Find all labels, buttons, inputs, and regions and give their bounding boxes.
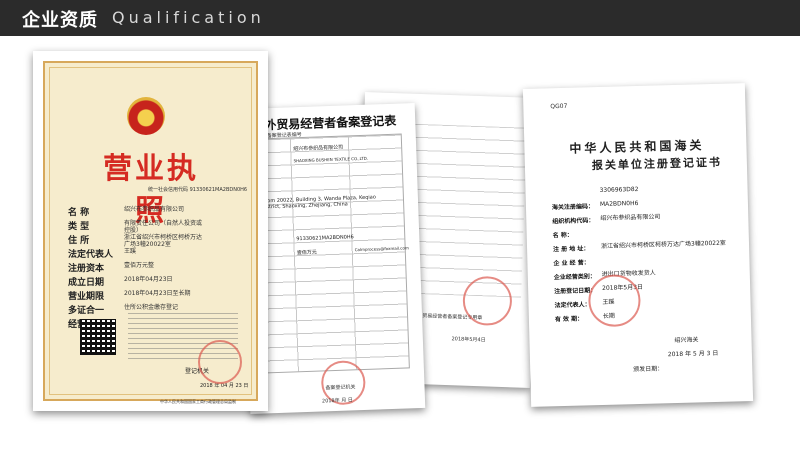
license-field: 注册资本 壹佰万元整: [68, 261, 258, 274]
license-field-value: 2018年04月23日至长期: [124, 290, 191, 297]
customs-field: 海关注册编码： MA2BDN0H6: [552, 197, 742, 211]
customs-field: 注册登记日期： 2018年5月3日: [554, 281, 744, 295]
customs-field: 企 业 经 营：: [553, 253, 746, 267]
customs-date: 2018 年 5 月 3 日: [667, 349, 719, 359]
registration-table: [254, 133, 410, 374]
license-field-value: 王蹊: [124, 248, 137, 255]
license-field-label: 注册资本: [68, 264, 105, 274]
customs-field-label: 企业经营类别：: [553, 273, 596, 282]
foreign-trade-title: 对外贸易经营者备案登记表: [252, 113, 397, 133]
customs-title: 中华人民共和国海关: [569, 138, 705, 156]
customs-office: 绍兴海关: [674, 336, 699, 345]
section-title: 企业资质: [22, 10, 98, 31]
customs-field: 企业经营类别： 进出口货物收发货人: [554, 267, 744, 282]
qr-code: [80, 319, 116, 355]
back-sheet-red-stamp: [462, 275, 513, 327]
license-field-label: 类 型: [68, 222, 90, 232]
certificate-code: QG07: [550, 102, 568, 111]
license-field: 营业期限 2018年04月23日至长期: [68, 289, 258, 302]
license-field-value: 壹佰万元整: [124, 262, 155, 269]
customs-field: 有 效 期： 长期: [555, 309, 745, 324]
customs-field-value: 浙江省绍兴市柯桥区柯桥万达广场3幢20022室: [600, 239, 726, 250]
customs-field-value: 3306963D82: [599, 185, 639, 194]
customs-field: 法定代表人： 王蹊: [554, 295, 744, 310]
customs-field-label: 法定代表人：: [554, 301, 591, 310]
customs-field-value: 绍兴布参织品有限公司: [600, 213, 661, 222]
license-field-label: 住 所: [68, 236, 90, 246]
registered-capital: 壹佰万元: [296, 249, 317, 257]
license-field-label: 成立日期: [68, 278, 105, 288]
license-field-value: 住所公积金缴存登记: [124, 304, 179, 311]
license-field-value: 2018年04月23日: [124, 276, 173, 283]
customs-field-label: 有 效 期：: [554, 315, 584, 324]
license-footer: 中华人民共和国国家工商行政管理总局监制: [160, 399, 236, 404]
license-red-stamp: [198, 340, 242, 384]
customs-field-label: 海关注册编码：: [551, 203, 595, 212]
registration-authority: 备案登记机关: [325, 384, 356, 392]
license-field-label: 营业期限: [68, 292, 105, 302]
customs-registration-certificate: QG07 中华人民共和国海关 报关单位注册登记证书 3306963D82 海关注册…: [522, 83, 754, 407]
license-field: 名 称 绍兴布参织品有限公司: [68, 205, 258, 218]
customs-field: 3306963D82: [551, 183, 741, 194]
section-header: 企业资质 Qualification: [0, 0, 800, 36]
customs-field-label: 注 册 地 址：: [553, 245, 590, 254]
back-sheet-date: 2018年5月4日: [451, 336, 486, 344]
license-field-label: 名 称: [68, 208, 90, 218]
license-field: 法定代表人 王蹊: [68, 247, 258, 260]
license-field-value: 有限责任公司（自然人投资或控股）: [124, 220, 203, 234]
customs-field: 名 称：: [553, 225, 746, 240]
customs-field-label: 名 称：: [552, 231, 573, 240]
issue-label: 颁发日期：: [633, 365, 664, 374]
license-field-label: 法定代表人: [68, 250, 114, 260]
license-field-value: 绍兴布参织品有限公司: [124, 206, 185, 213]
customs-field-value: MA2BDN0H6: [599, 199, 639, 208]
customs-field-label: 组织机构代码：: [552, 217, 595, 226]
customs-field-label: 企 业 经 营：: [553, 259, 590, 268]
customs-field: 注 册 地 址： 浙江省绍兴市柯桥区柯桥万达广场3幢20022室: [553, 239, 743, 254]
section-subtitle: Qualification: [112, 8, 265, 27]
national-emblem-icon: [127, 97, 165, 135]
license-field: 住 所 浙江省绍兴市柯桥区柯桥万达广场3幢20022室: [68, 233, 258, 248]
customs-field-value: [601, 253, 746, 257]
credit-code: 统一社会信用代码 91330621MA2BDN0H6: [148, 187, 248, 193]
customs-field-value: [601, 225, 746, 229]
customs-subtitle: 报关单位注册登记证书: [591, 155, 723, 173]
license-field-value: 浙江省绍兴市柯桥区柯桥万达广场3幢20022室: [124, 234, 203, 248]
customs-field: 组织机构代码： 绍兴布参织品有限公司: [552, 211, 742, 225]
license-field: 类 型 有限责任公司（自然人投资或控股）: [68, 219, 258, 234]
license-field: 成立日期 2018年04月23日: [68, 275, 258, 288]
license-field-label: 多证合一: [68, 306, 105, 316]
